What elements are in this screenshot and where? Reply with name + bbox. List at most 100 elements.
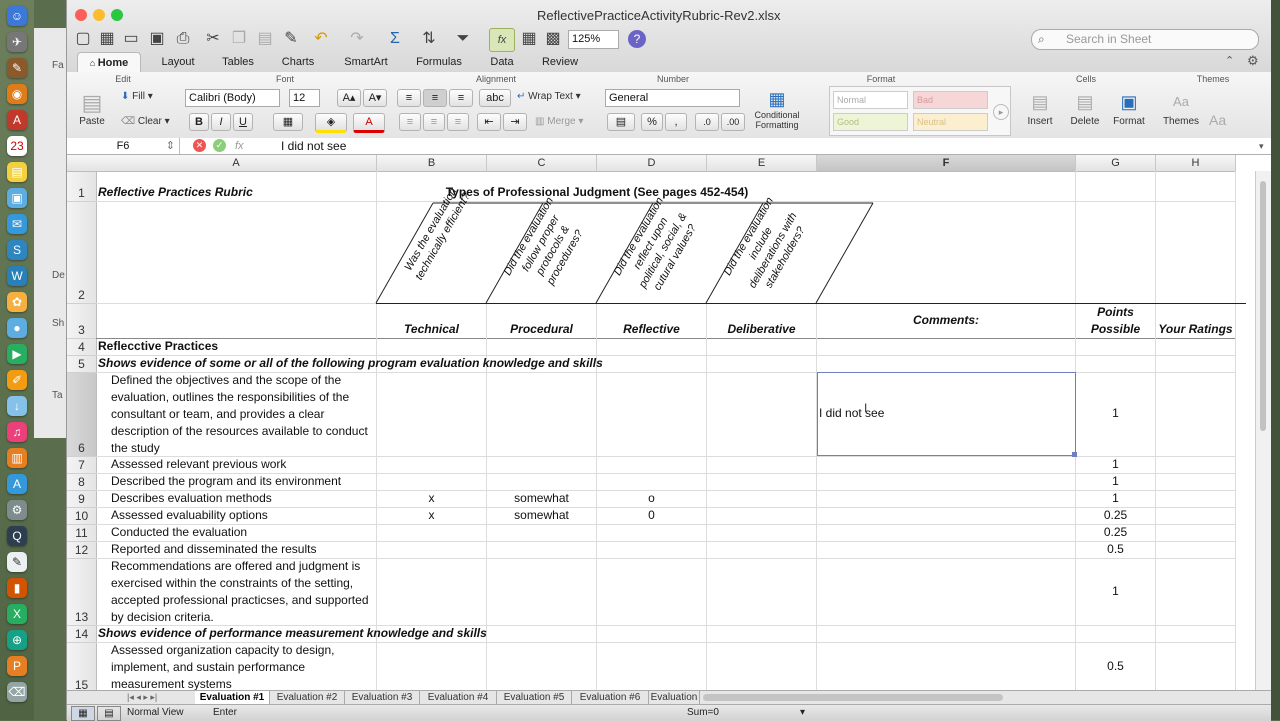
percent-button[interactable]: % bbox=[641, 113, 663, 131]
row-header[interactable]: 4 bbox=[67, 339, 97, 356]
open-icon[interactable]: ▭ bbox=[119, 28, 143, 50]
photos-icon[interactable]: ✿ bbox=[7, 292, 27, 312]
header-your-ratings[interactable]: Your Ratings bbox=[1156, 321, 1235, 338]
cell-a14[interactable]: Shows evidence of performance measuremen… bbox=[98, 625, 487, 642]
mail-icon[interactable]: ✉ bbox=[7, 214, 27, 234]
cell-a7[interactable]: Assessed relevant previous work bbox=[111, 456, 286, 473]
font-name-select[interactable]: Calibri (Body) bbox=[185, 89, 280, 107]
row-header[interactable]: 13 bbox=[67, 559, 97, 626]
style-good[interactable]: Good bbox=[833, 113, 908, 131]
preview-icon[interactable]: ▣ bbox=[7, 188, 27, 208]
row-header[interactable]: 15 bbox=[67, 643, 97, 690]
style-neutral[interactable]: Neutral bbox=[913, 113, 988, 131]
ibooks-icon[interactable]: ▥ bbox=[7, 448, 27, 468]
row-header[interactable]: 2 bbox=[67, 202, 97, 304]
insert-function-icon[interactable]: fx bbox=[235, 138, 244, 154]
sheet-tab-3[interactable]: Evaluation #3 bbox=[345, 691, 420, 704]
fill-button[interactable]: ⬇ Fill ▾ bbox=[121, 91, 153, 102]
undo-icon[interactable]: ↶ bbox=[309, 28, 333, 50]
spreadsheet-grid[interactable]: A B C D E F G H 1 2 3 4 5 6 7 8 9 10 11 … bbox=[67, 155, 1271, 690]
cell-g15[interactable]: 0.5 bbox=[1076, 658, 1155, 675]
textedit-icon[interactable]: ✎ bbox=[7, 552, 27, 572]
cell-a13[interactable]: Recommendations are offered and judgment… bbox=[111, 558, 375, 626]
search-input[interactable]: ⌕ Search in Sheet bbox=[1031, 29, 1259, 50]
normal-view-icon[interactable]: ▦ bbox=[71, 706, 95, 721]
theme-fonts-button[interactable]: Aa bbox=[1209, 112, 1226, 128]
tab-tables[interactable]: Tables bbox=[209, 52, 267, 72]
cell-c9[interactable]: somewhat bbox=[487, 490, 596, 507]
sheet-tab-4[interactable]: Evaluation #4 bbox=[420, 691, 497, 704]
decrease-indent-button[interactable]: ⇤ bbox=[477, 113, 501, 131]
cell-f6[interactable]: I did not see bbox=[819, 405, 884, 422]
row-header[interactable]: 9 bbox=[67, 491, 97, 508]
cell-g6[interactable]: 1 bbox=[1076, 405, 1155, 422]
finder-icon[interactable]: ☺ bbox=[7, 6, 27, 26]
page-layout-view-icon[interactable]: ▤ bbox=[97, 706, 121, 721]
paste-button[interactable]: ▤ Paste bbox=[75, 90, 109, 136]
sheet-tab-5[interactable]: Evaluation #5 bbox=[497, 691, 572, 704]
cell-d10[interactable]: 0 bbox=[597, 507, 706, 524]
delete-cells-button[interactable]: ▤ Delete bbox=[1067, 88, 1103, 127]
sheet-tab-6[interactable]: Evaluation #6 bbox=[572, 691, 649, 704]
increase-font-button[interactable]: A▴ bbox=[337, 89, 361, 107]
wrap-text-button[interactable]: ↵ Wrap Text ▾ bbox=[517, 91, 581, 102]
toolbox-icon[interactable]: ▩ bbox=[541, 28, 565, 50]
row-header[interactable]: 6 bbox=[67, 373, 97, 457]
cell-a8[interactable]: Described the program and its environmen… bbox=[111, 473, 341, 490]
conditional-formatting-button[interactable]: ▦ Conditional Formatting bbox=[749, 88, 805, 130]
cell-b9[interactable]: x bbox=[377, 490, 486, 507]
column-header-e[interactable]: E bbox=[707, 155, 817, 172]
recorder-icon[interactable]: ⊕ bbox=[7, 630, 27, 650]
sum-indicator[interactable]: Sum=0 ▾ bbox=[687, 707, 805, 718]
merge-button[interactable]: ▥ Merge ▾ bbox=[535, 116, 583, 127]
cell-g13[interactable]: 1 bbox=[1076, 583, 1155, 600]
stickies-icon[interactable]: ▤ bbox=[7, 162, 27, 182]
sheet-tab-2[interactable]: Evaluation #2 bbox=[270, 691, 345, 704]
formula-builder-icon[interactable]: fx bbox=[489, 28, 515, 52]
italic-button[interactable]: I bbox=[211, 113, 231, 131]
settings-icon[interactable]: ⚙ bbox=[7, 500, 27, 520]
underline-button[interactable]: U bbox=[233, 113, 253, 131]
orientation-button[interactable]: abc bbox=[479, 89, 511, 107]
redo-icon[interactable]: ↷ bbox=[345, 28, 369, 50]
header-deliberative[interactable]: Deliberative bbox=[707, 321, 816, 338]
fill-color-button[interactable]: ◈ bbox=[315, 113, 347, 133]
calendar-icon[interactable]: 23 bbox=[7, 136, 27, 156]
facetime-icon[interactable]: ▶ bbox=[7, 344, 27, 364]
cell-a4[interactable]: Reflecctive Practices bbox=[98, 338, 218, 355]
save-icon[interactable]: ▣ bbox=[145, 28, 169, 50]
cell-g10[interactable]: 0.25 bbox=[1076, 507, 1155, 524]
paste-icon[interactable]: ▤ bbox=[253, 28, 277, 50]
styles-next-icon[interactable]: ▸ bbox=[993, 104, 1009, 120]
sheet-tab-1[interactable]: Evaluation #1 bbox=[195, 691, 270, 704]
column-header-d[interactable]: D bbox=[597, 155, 707, 172]
copy-icon[interactable]: ❐ bbox=[227, 28, 251, 50]
cell-a12[interactable]: Reported and disseminated the results bbox=[111, 541, 316, 558]
cell-c10[interactable]: somewhat bbox=[487, 507, 596, 524]
sheet-tab-7[interactable]: Evaluation bbox=[649, 691, 700, 704]
new-document-icon[interactable]: ▢ bbox=[71, 28, 95, 50]
autosum-icon[interactable]: Σ bbox=[383, 28, 407, 50]
cell-a6[interactable]: Defined the objectives and the scope of … bbox=[111, 372, 375, 457]
row-header[interactable]: 8 bbox=[67, 474, 97, 491]
cell-a9[interactable]: Describes evaluation methods bbox=[111, 490, 272, 507]
number-format-select[interactable]: General bbox=[605, 89, 740, 107]
clear-button[interactable]: ⌫ Clear ▾ bbox=[121, 116, 170, 127]
select-all-corner[interactable] bbox=[67, 155, 97, 172]
font-color-button[interactable]: A bbox=[353, 113, 385, 133]
header-reflective[interactable]: Reflective bbox=[597, 321, 706, 338]
column-header-g[interactable]: G bbox=[1076, 155, 1156, 172]
header-points-possible[interactable]: Points Possible bbox=[1076, 304, 1155, 338]
launchpad-icon[interactable]: ✈ bbox=[7, 32, 27, 52]
cell-d9[interactable]: o bbox=[597, 490, 706, 507]
tab-data[interactable]: Data bbox=[477, 52, 527, 72]
tab-smartart[interactable]: SmartArt bbox=[331, 52, 401, 72]
align-bottom-button[interactable]: ≡ bbox=[449, 89, 473, 107]
align-left-button[interactable]: ≡ bbox=[399, 113, 421, 131]
style-normal[interactable]: Normal bbox=[833, 91, 908, 109]
row-header[interactable]: 5 bbox=[67, 356, 97, 373]
header-technical[interactable]: Technical bbox=[377, 321, 486, 338]
column-header-c[interactable]: C bbox=[487, 155, 597, 172]
tab-charts[interactable]: Charts bbox=[267, 52, 329, 72]
minimize-window-button[interactable] bbox=[93, 9, 105, 21]
